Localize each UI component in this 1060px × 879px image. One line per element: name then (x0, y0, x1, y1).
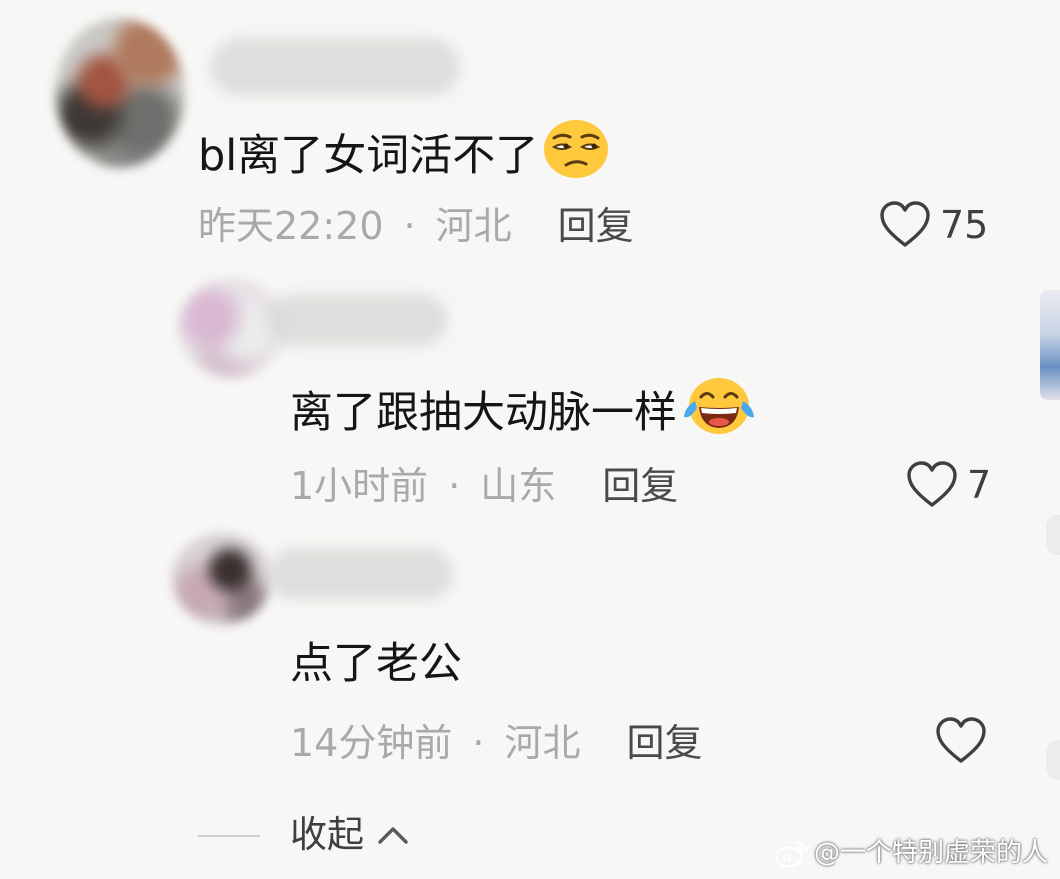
timestamp: 昨天22:20 (198, 204, 384, 248)
comment-meta: 14分钟前 · 河北 回复 (290, 720, 702, 766)
chevron-up-icon (378, 827, 408, 844)
collapse-button[interactable]: 收起 (290, 812, 410, 858)
heart-outline-icon (880, 201, 930, 247)
watermark: @一个特别虚荣的人 (774, 836, 1048, 870)
sticker-partial (1040, 290, 1060, 400)
comment-meta: 1小时前 · 山东 回复 (290, 463, 678, 509)
heart-outline-icon (936, 717, 986, 763)
location: 山东 (480, 464, 557, 508)
separator-dot: · (472, 721, 485, 765)
like-button[interactable]: 7 (905, 460, 991, 510)
separator-dot: · (403, 204, 416, 248)
username-blurred[interactable] (268, 548, 453, 600)
like-count: 75 (940, 203, 989, 247)
separator-dot: · (448, 464, 461, 508)
like-button[interactable]: 75 (878, 200, 988, 250)
unamused-face-emoji (542, 118, 610, 192)
timestamp: 1小时前 (290, 464, 429, 508)
comment-meta: 昨天22:20 · 河北 回复 (198, 203, 634, 249)
watermark-text: @一个特别虚荣的人 (813, 838, 1048, 868)
username-blurred[interactable] (210, 38, 460, 96)
tears-of-joy-emoji (681, 375, 757, 449)
comment-text-content: bl离了女词活不了 (198, 131, 539, 181)
like-count: 7 (967, 463, 992, 507)
avatar[interactable] (55, 18, 185, 168)
collapse-label: 收起 (290, 813, 364, 856)
comment-text: 点了老公 (290, 638, 462, 690)
avatar[interactable] (172, 533, 272, 625)
reply-button[interactable]: 回复 (558, 204, 634, 248)
comment-text: bl离了女词活不了 (198, 118, 610, 192)
scroll-edge-element (1046, 515, 1060, 555)
like-button[interactable] (934, 716, 988, 766)
location: 河北 (435, 204, 512, 248)
comment-text: 离了跟抽大动脉一样 (290, 375, 757, 449)
location: 河北 (504, 721, 581, 765)
username-blurred[interactable] (268, 294, 448, 346)
reply-button[interactable]: 回复 (626, 721, 702, 765)
scroll-edge-element (1046, 740, 1060, 780)
comment-text-content: 离了跟抽大动脉一样 (290, 388, 677, 438)
timestamp: 14分钟前 (290, 721, 453, 765)
collapse-divider (198, 835, 260, 837)
comment-text-content: 点了老公 (290, 639, 462, 689)
heart-outline-icon (907, 461, 957, 507)
weibo-logo-icon (774, 841, 809, 868)
reply-button[interactable]: 回复 (602, 464, 678, 508)
